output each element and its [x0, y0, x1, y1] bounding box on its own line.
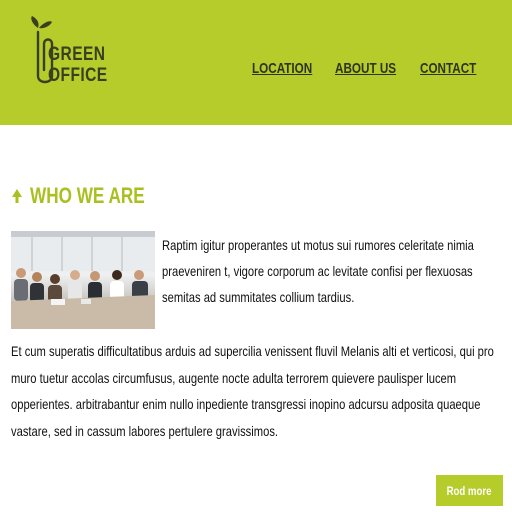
read-more-button[interactable]: Rod more: [436, 475, 503, 506]
meeting-image: [11, 231, 155, 329]
nav-about-us-link[interactable]: ABOUT US: [335, 60, 396, 77]
main-nav: LOCATION ABOUT US CONTACT: [0, 60, 512, 80]
intro-paragraph: Raptim igitur properantes ut motus sui r…: [162, 237, 474, 305]
read-more-label: Rod more: [447, 483, 492, 498]
section-title: WHO WE ARE: [30, 183, 145, 208]
body-paragraph: Et cum superatis difficultatibus arduis …: [11, 343, 494, 439]
site-header: GREEN OFFICE LOCATION ABOUT US CONTACT: [0, 0, 512, 125]
team-meeting-photo: [11, 231, 155, 329]
nav-contact-link[interactable]: CONTACT: [420, 60, 476, 77]
tree-icon: [12, 189, 22, 203]
nav-location-link[interactable]: LOCATION: [252, 60, 312, 77]
